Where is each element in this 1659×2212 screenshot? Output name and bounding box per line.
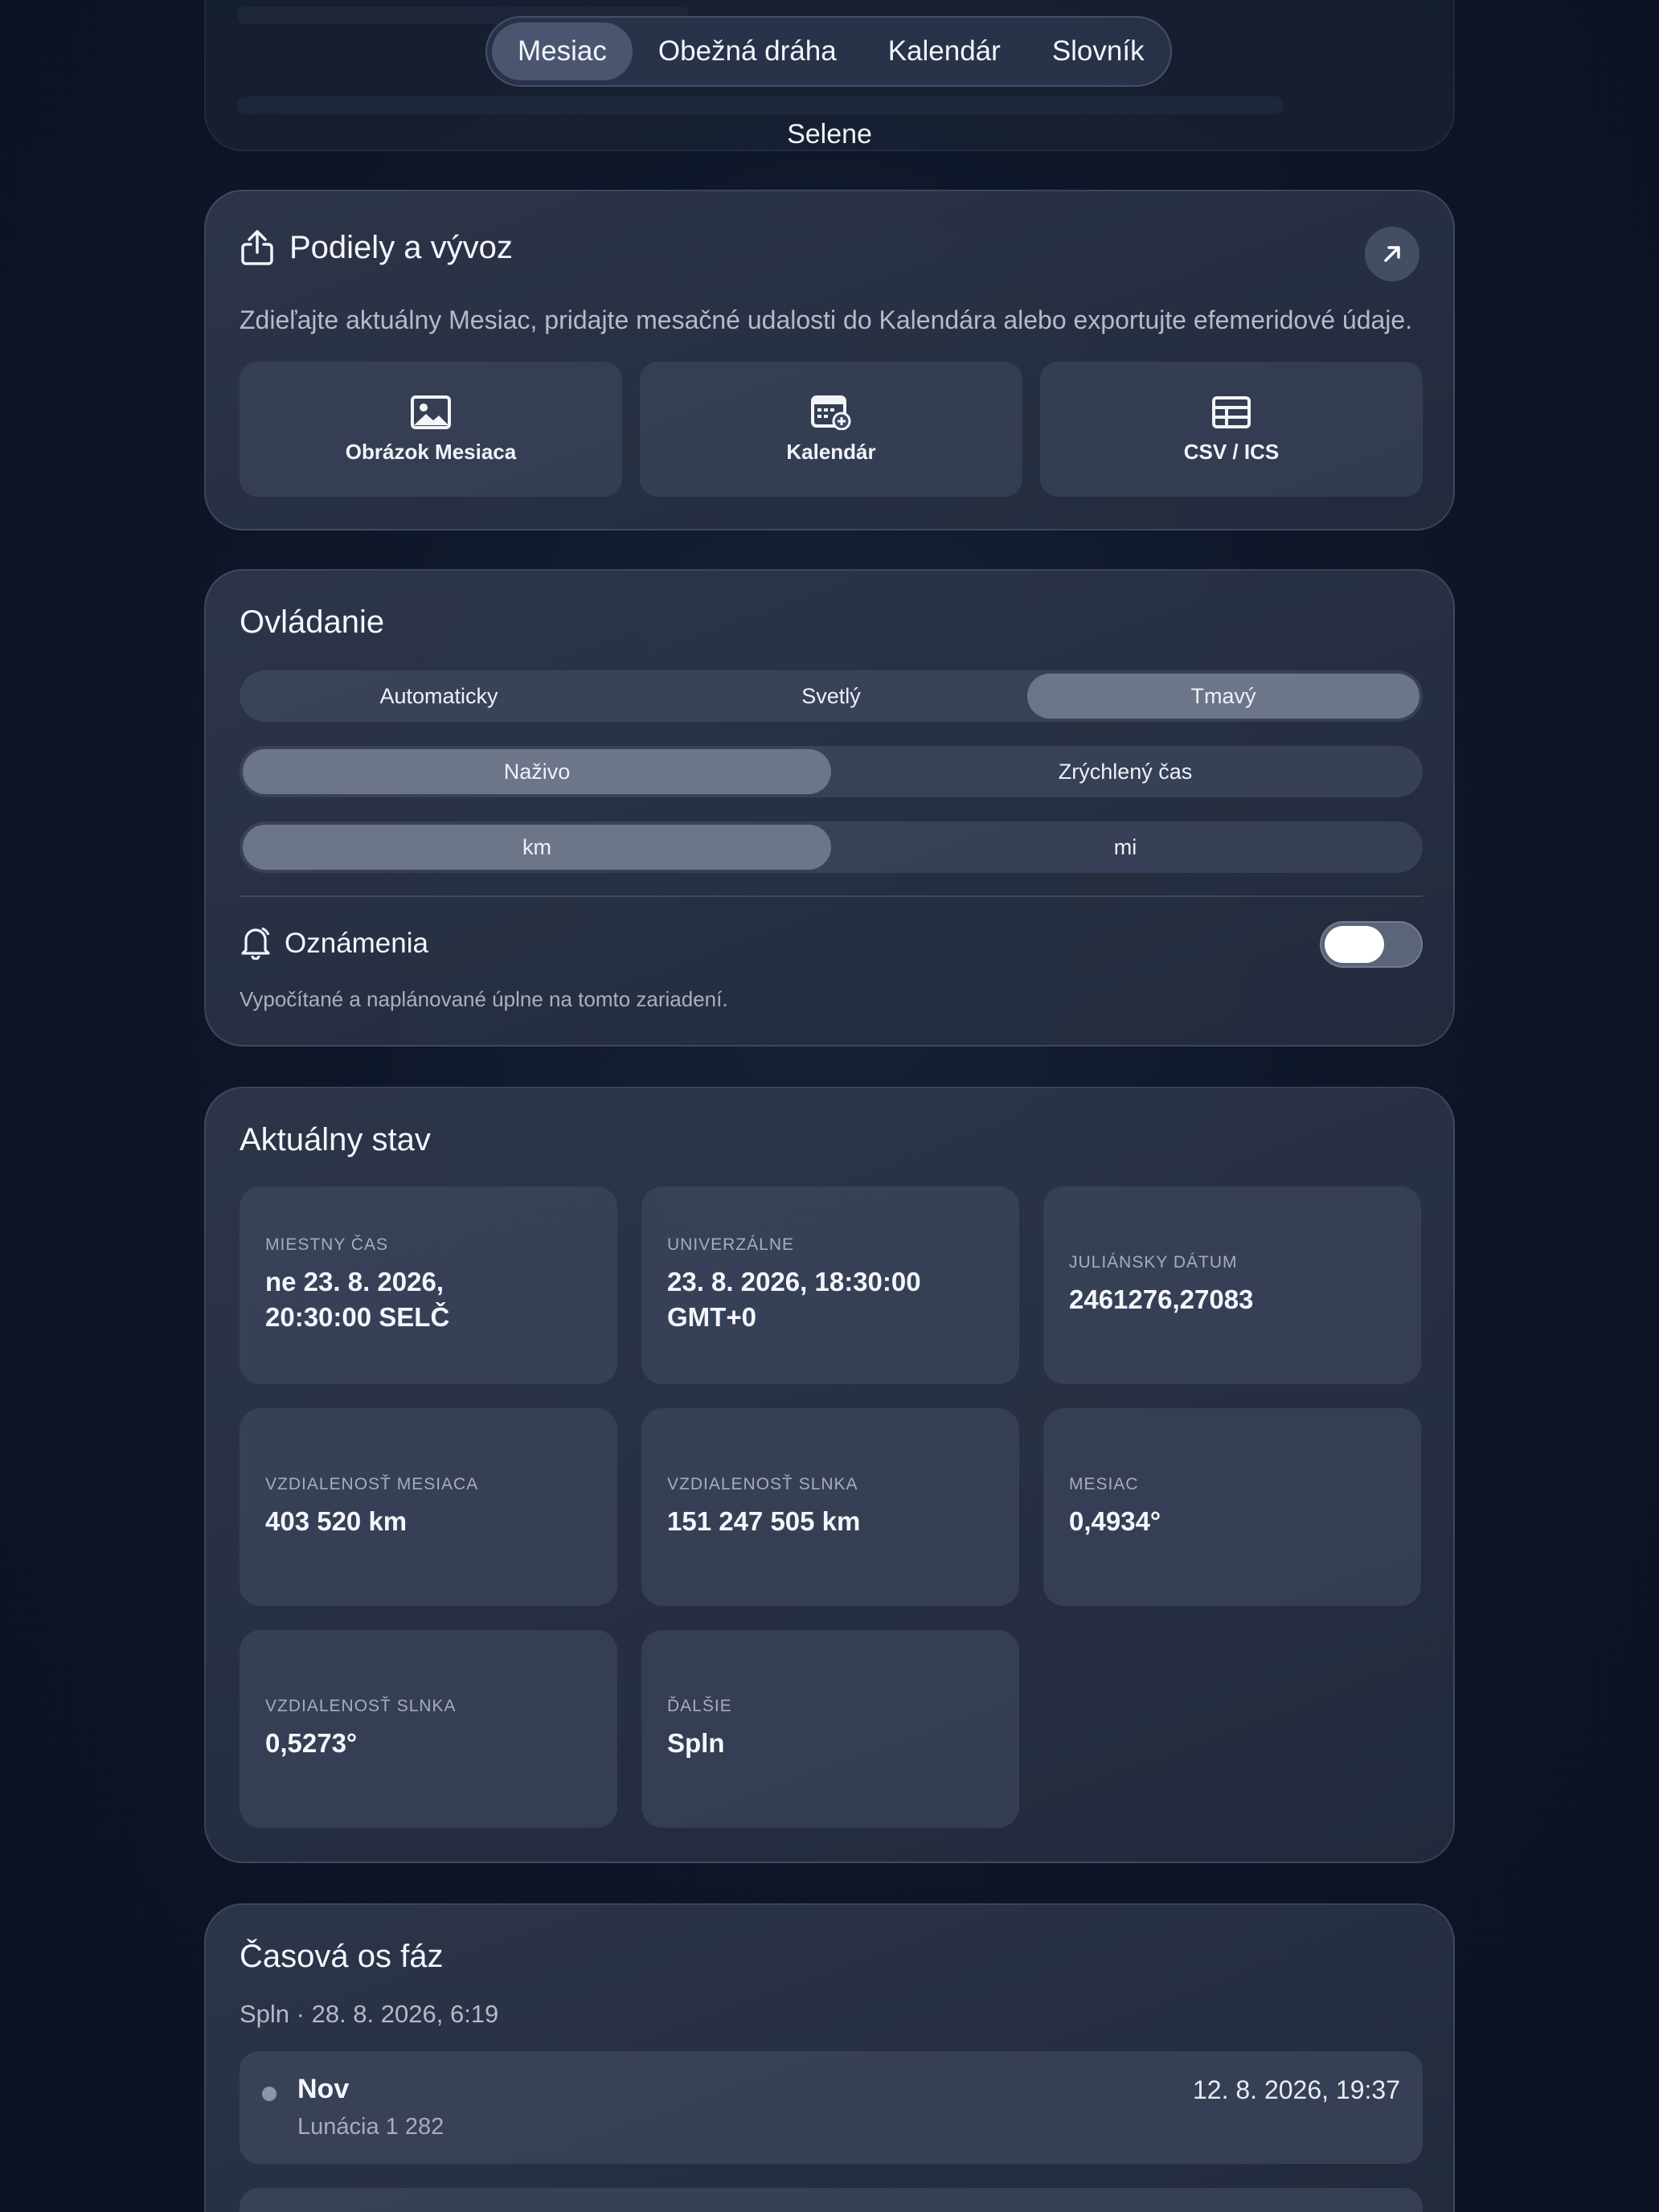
event-name: Nov <box>297 2074 350 2104</box>
stat-value: 403 520 km <box>265 1506 408 1536</box>
tab-obezna-draha[interactable]: Obežná dráha <box>633 23 862 80</box>
divider <box>240 895 1423 897</box>
timeline-event[interactable] <box>240 2188 1423 2212</box>
timeline-title: Časová os fáz <box>240 1939 444 1974</box>
theme-segmented-control: Automaticky Svetlý Tmavý <box>240 670 1423 722</box>
csv-ics-export-button[interactable]: CSV / ICS <box>1040 362 1423 497</box>
time-option-live[interactable]: Naživo <box>243 749 831 794</box>
csv-ics-label: CSV / ICS <box>1183 439 1280 464</box>
calendar-add-icon <box>811 395 851 430</box>
stat-julian-date: JULIÁNSKY DÁTUM 2461276,27083 <box>1043 1186 1421 1384</box>
units-option-mi[interactable]: mi <box>831 825 1419 870</box>
calendar-label: Kalendár <box>786 439 876 464</box>
current-status-card: Aktuálny stav MIESTNY ČAS ne 23. 8. 2026… <box>204 1087 1455 1863</box>
page-subtitle: Selene <box>787 119 872 150</box>
stat-label: ĎALŠIE <box>667 1697 732 1715</box>
units-segmented-control: km mi <box>240 821 1423 873</box>
stat-label: VZDIALENOSŤ SLNKA <box>667 1475 858 1493</box>
stat-label: UNIVERZÁLNE <box>667 1235 795 1254</box>
timeline-event[interactable]: Nov 12. 8. 2026, 19:37 Lunácia 1 282 <box>240 2051 1423 2164</box>
stat-value: 0,5273° <box>265 1728 358 1758</box>
top-tab-bar: Mesiac Obežná dráha Kalendár Slovník <box>485 16 1172 87</box>
notifications-description: Vypočítané a naplánované úplne na tomto … <box>240 987 728 1011</box>
notifications-label: Oznámenia <box>285 928 428 959</box>
share-description: Zdieľajte aktuálny Mesiac, pridajte mesa… <box>240 305 1413 334</box>
image-icon <box>411 395 451 429</box>
toggle-knob <box>1325 926 1384 963</box>
stat-universal-time: UNIVERZÁLNE 23. 8. 2026, 18:30:00 GMT+0 <box>641 1186 1019 1384</box>
stat-label: MESIAC <box>1069 1475 1139 1493</box>
stat-value: 23. 8. 2026, 18:30:00 GMT+0 <box>667 1267 921 1332</box>
phase-timeline-card: Časová os fáz Spln · 28. 8. 2026, 6:19 N… <box>204 1903 1455 2212</box>
tab-kalendar[interactable]: Kalendár <box>862 23 1026 80</box>
moon-image-label: Obrázok Mesiaca <box>345 439 517 464</box>
stat-label: VZDIALENOSŤ SLNKA <box>265 1697 457 1715</box>
stat-value: 0,4934° <box>1069 1506 1161 1536</box>
phase-dot-icon <box>262 2087 276 2101</box>
stat-next-phase: ĎALŠIE Spln <box>641 1630 1019 1828</box>
time-option-accelerated[interactable]: Zrýchlený čas <box>831 749 1419 794</box>
tab-slovnik[interactable]: Slovník <box>1026 23 1170 80</box>
stat-sun-angular-size: VZDIALENOSŤ SLNKA 0,5273° <box>240 1630 617 1828</box>
bell-icon <box>241 927 270 960</box>
stat-label: MIESTNY ČAS <box>265 1235 388 1254</box>
arrow-up-right-icon <box>1384 246 1400 262</box>
stat-local-time: MIESTNY ČAS ne 23. 8. 2026, 20:30:00 SEL… <box>240 1186 617 1384</box>
stat-value: 151 247 505 km <box>667 1506 861 1536</box>
stat-label: JULIÁNSKY DÁTUM <box>1069 1253 1238 1272</box>
stat-label: VZDIALENOSŤ MESIACA <box>265 1475 479 1493</box>
share-export-card: Podiely a vývoz Zdieľajte aktuálny Mesia… <box>204 190 1455 530</box>
stat-value: 2461276,27083 <box>1069 1284 1254 1314</box>
table-icon <box>1212 395 1251 428</box>
stat-value: ne 23. 8. 2026, 20:30:00 SELČ <box>265 1267 450 1332</box>
moon-image-button[interactable]: Obrázok Mesiaca <box>240 362 622 497</box>
open-share-button[interactable] <box>1365 227 1419 281</box>
share-icon <box>241 230 273 265</box>
event-date: 12. 8. 2026, 19:37 <box>1193 2075 1400 2104</box>
tab-mesiac[interactable]: Mesiac <box>492 23 633 80</box>
share-title: Podiely a vývoz <box>289 230 513 265</box>
notifications-toggle[interactable] <box>1320 921 1423 968</box>
theme-option-auto[interactable]: Automaticky <box>243 674 635 719</box>
next-phase-summary: Spln · 28. 8. 2026, 6:19 <box>240 2000 499 2028</box>
theme-option-light[interactable]: Svetlý <box>635 674 1027 719</box>
theme-option-dark[interactable]: Tmavý <box>1027 674 1419 719</box>
units-option-km[interactable]: km <box>243 825 831 870</box>
status-title: Aktuálny stav <box>240 1122 431 1157</box>
controls-card: Ovládanie Automaticky Svetlý Tmavý Naživ… <box>204 569 1455 1047</box>
calendar-export-button[interactable]: Kalendár <box>640 362 1022 497</box>
stat-moon-angular-size: MESIAC 0,4934° <box>1043 1408 1421 1606</box>
stat-moon-distance: VZDIALENOSŤ MESIACA 403 520 km <box>240 1408 617 1606</box>
stat-sun-distance: VZDIALENOSŤ SLNKA 151 247 505 km <box>641 1408 1019 1606</box>
faded-text-line <box>238 96 1283 114</box>
stat-value: Spln <box>667 1728 725 1758</box>
time-mode-segmented-control: Naživo Zrýchlený čas <box>240 746 1423 797</box>
controls-title: Ovládanie <box>240 604 385 640</box>
event-lunation: Lunácia 1 282 <box>297 2114 444 2140</box>
